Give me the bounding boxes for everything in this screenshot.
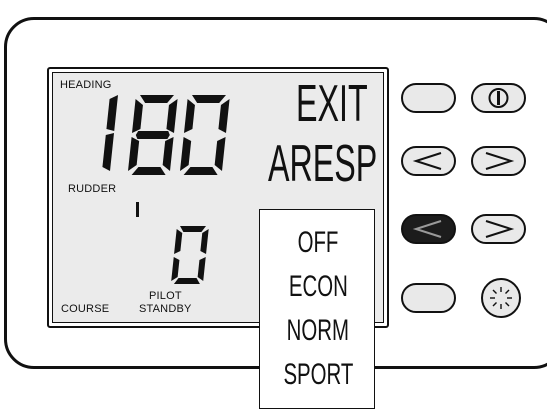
chevron-left-icon [412, 220, 442, 238]
heading-value [88, 95, 248, 175]
chevron-left-icon [412, 152, 442, 170]
brightness-button[interactable] [481, 278, 521, 318]
menu-item-econ[interactable]: ECON [260, 272, 376, 302]
blank-button-top[interactable] [401, 83, 456, 113]
menu-item-norm[interactable]: NORM [260, 316, 376, 346]
aresp-label[interactable]: ARESP [268, 134, 377, 194]
right-button-lower[interactable] [471, 214, 526, 244]
course-label: COURSE [61, 303, 110, 315]
course-digit [171, 226, 209, 284]
heading-digits [102, 95, 230, 175]
left-button-upper[interactable] [401, 146, 456, 176]
pilot-label: PILOT [149, 290, 182, 302]
chevron-right-icon [485, 220, 515, 238]
power-icon [488, 88, 509, 108]
course-value [168, 226, 218, 284]
menu-item-off[interactable]: OFF [260, 228, 376, 258]
exit-label[interactable]: EXIT [296, 74, 368, 134]
right-button-upper[interactable] [471, 146, 526, 176]
chevron-right-icon [485, 152, 515, 170]
power-button[interactable] [471, 83, 526, 113]
blank-button-bottom[interactable] [401, 283, 456, 313]
rudder-indicator [136, 202, 139, 217]
left-button-lower-pressed[interactable] [401, 214, 456, 244]
menu-item-sport[interactable]: SPORT [260, 360, 376, 390]
rudder-label: RUDDER [68, 183, 117, 195]
standby-label: STANDBY [139, 303, 192, 315]
brightness-icon [490, 287, 512, 309]
heading-label: HEADING [60, 79, 112, 91]
response-menu[interactable]: OFF ECON NORM SPORT [259, 209, 375, 409]
